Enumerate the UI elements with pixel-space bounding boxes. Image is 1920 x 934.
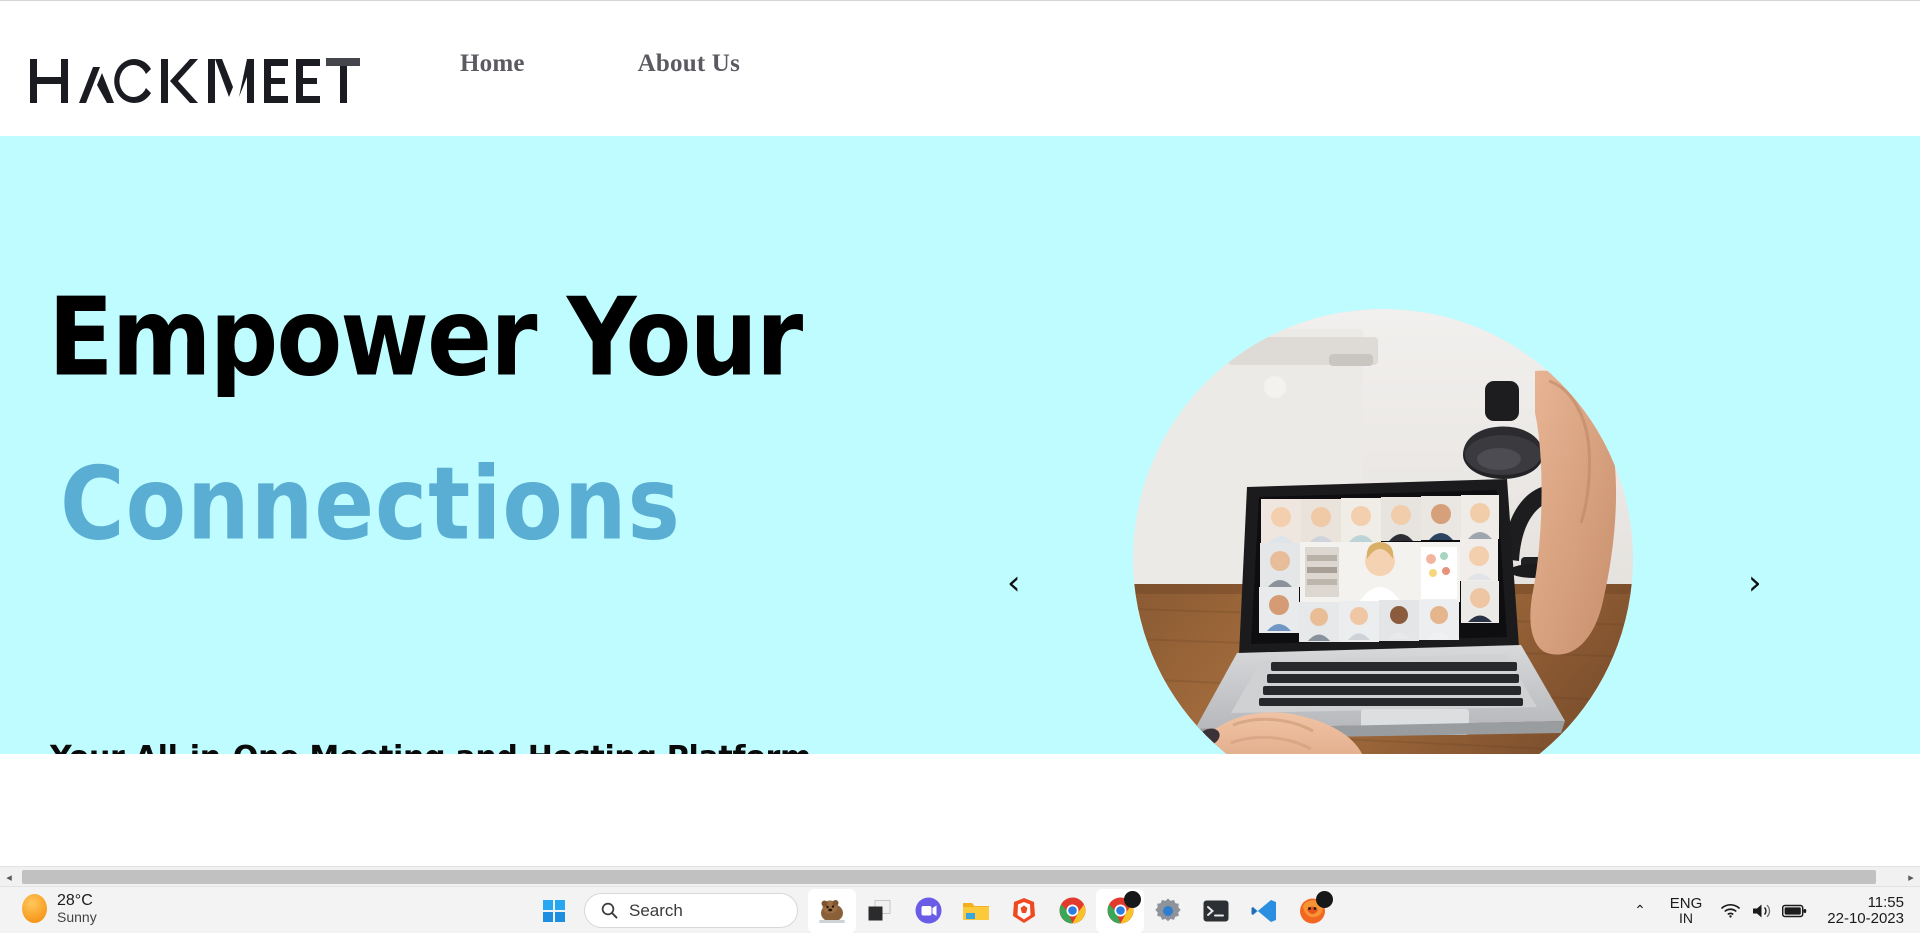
taskbar-app-terminal[interactable] <box>1192 889 1240 933</box>
notification-badge-firefox <box>1316 890 1333 908</box>
sun-icon <box>22 894 47 924</box>
scroll-left-arrow-icon[interactable]: ◂ <box>0 867 18 887</box>
folder-icon <box>963 902 989 920</box>
language-region: IN <box>1679 910 1693 927</box>
weather-text: 28°C Sunny <box>57 892 97 925</box>
taskbar-app-zoom[interactable] <box>904 889 952 933</box>
taskbar-app-vs-code[interactable] <box>1240 889 1288 933</box>
horizontal-scrollbar[interactable]: ◂ ▸ <box>0 866 1920 886</box>
scroll-right-arrow-icon[interactable]: ▸ <box>1902 867 1920 887</box>
taskbar-center-group: Search <box>530 887 1336 934</box>
search-icon <box>601 902 618 919</box>
hero-image-container <box>1133 309 1633 754</box>
hackmeet-logo[interactable] <box>30 57 360 105</box>
search-placeholder-text: Search <box>629 900 683 920</box>
clock[interactable]: 11:55 22-10-2023 <box>1810 893 1910 927</box>
taskbar-app-chrome-browser-2[interactable] <box>1096 888 1144 933</box>
hero-headline-line1: Empower Your <box>48 275 803 401</box>
battery-icon[interactable] <box>1778 904 1810 918</box>
browser-viewport: Home About Us Empower Your Connections Y… <box>0 0 1920 860</box>
language-indicator[interactable]: ENG IN <box>1658 894 1714 927</box>
language-code: ENG <box>1669 894 1703 912</box>
hero-section: Empower Your Connections Your All-in-One… <box>0 136 1920 754</box>
taskbar-app-chrome-browser[interactable] <box>1048 889 1096 933</box>
taskbar-app-file-explorer[interactable] <box>952 889 1000 933</box>
nav-item-home[interactable]: Home <box>460 50 525 78</box>
chrome-icon <box>1059 897 1085 924</box>
tray-expand-chevron-icon[interactable]: ⌃ <box>1622 902 1658 919</box>
taskbar-search-box[interactable]: Search <box>584 893 798 928</box>
start-button[interactable] <box>530 889 578 933</box>
zoom-icon <box>915 897 941 924</box>
clock-date: 22-10-2023 <box>1827 909 1904 927</box>
weather-condition: Sunny <box>57 908 97 925</box>
windows-logo-icon <box>543 899 565 922</box>
clock-time: 11:55 <box>1867 893 1904 911</box>
weather-temperature: 28°C <box>57 892 93 909</box>
taskbar-app-task-view[interactable] <box>856 889 904 933</box>
wombat-icon <box>819 899 845 923</box>
task-view-icon <box>868 899 891 920</box>
notification-badge <box>1124 890 1141 908</box>
taskbar-app-brave-browser[interactable] <box>1000 889 1048 933</box>
vscode-icon <box>1251 899 1276 922</box>
weather-widget[interactable]: 28°C Sunny <box>22 892 97 925</box>
wifi-icon[interactable] <box>1714 903 1746 918</box>
site-header: Home About Us <box>0 2 1920 136</box>
nav-item-about-us[interactable]: About Us <box>638 50 740 78</box>
brave-lion-icon <box>1013 898 1035 923</box>
gear-icon <box>1155 898 1181 921</box>
taskbar-app-firefox-browser[interactable] <box>1288 889 1336 933</box>
hero-text-column: Empower Your Connections Your All-in-One… <box>0 136 1020 754</box>
windows-taskbar: 28°C Sunny Search ⌃ ENG IN 11:55 22-10-2… <box>0 886 1920 933</box>
hero-subheadline: Your All-in-One Meeting and Hosting Plat… <box>50 740 811 754</box>
taskbar-app-wombat-app[interactable] <box>808 888 856 933</box>
carousel-prev-arrow-icon[interactable]: ‹ <box>1007 566 1021 600</box>
scrollbar-thumb[interactable] <box>22 870 1876 884</box>
main-nav: Home About Us <box>440 50 740 78</box>
terminal-icon <box>1203 900 1229 921</box>
hero-headline-line2: Connections <box>60 444 681 563</box>
taskbar-app-settings[interactable] <box>1144 889 1192 933</box>
system-tray: ⌃ ENG IN 11:55 22-10-2023 <box>1622 887 1910 934</box>
volume-icon[interactable] <box>1746 903 1778 919</box>
carousel-next-arrow-icon[interactable]: › <box>1748 566 1762 600</box>
hero-image-video-call-laptop <box>1133 309 1633 754</box>
